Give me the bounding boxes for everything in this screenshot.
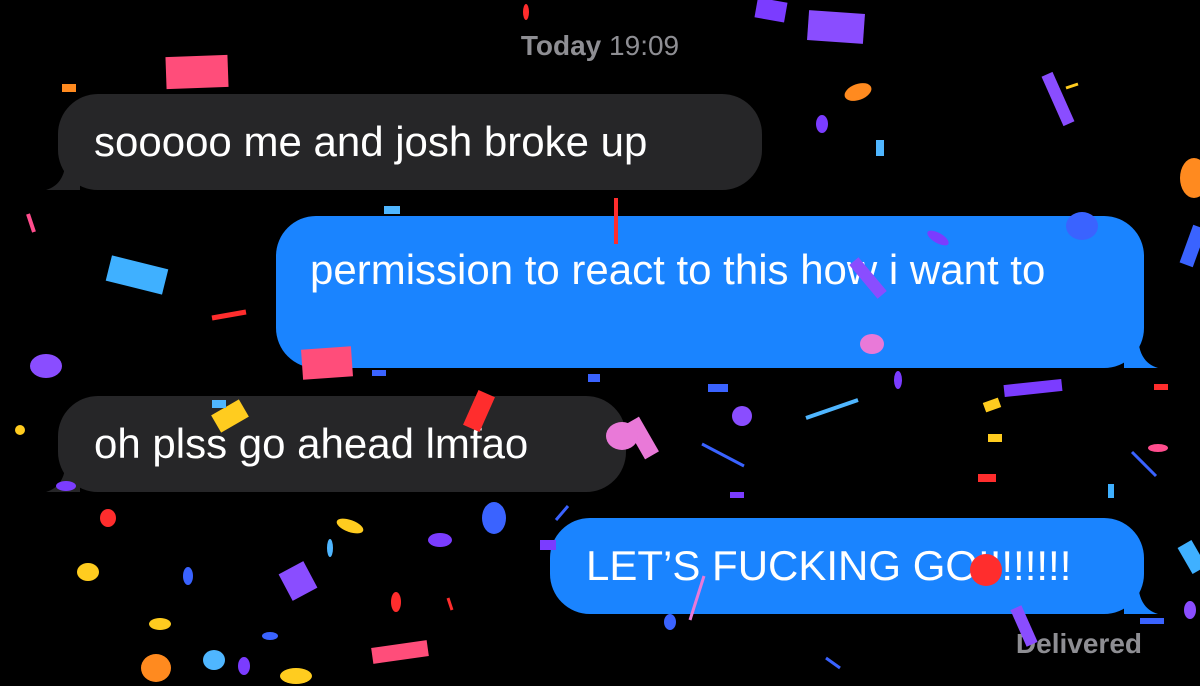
confetti-piece (15, 425, 25, 435)
confetti-piece (62, 84, 76, 92)
bubble-tail-icon (46, 458, 80, 492)
confetti-piece (77, 563, 99, 581)
confetti-piece (105, 255, 169, 295)
confetti-piece (1148, 444, 1168, 452)
confetti-piece (280, 668, 312, 684)
confetti-piece (391, 592, 401, 612)
confetti-piece (625, 416, 659, 460)
confetti-piece (1003, 379, 1063, 397)
confetti-piece (988, 434, 1002, 442)
confetti-piece (1041, 71, 1075, 127)
confetti-piece (844, 83, 872, 101)
confetti-piece (203, 650, 225, 670)
confetti-piece (588, 374, 600, 382)
confetti-piece (523, 4, 529, 20)
confetti-piece (816, 115, 828, 133)
confetti-piece (732, 406, 752, 426)
confetti-piece (482, 502, 506, 534)
sent-message-bubble[interactable]: LET’S FUCKING GO!!!!!!!! (550, 518, 1158, 614)
bubble-tail-icon (1124, 580, 1158, 614)
received-message-bubble[interactable]: sooooo me and josh broke up (46, 94, 762, 190)
confetti-piece (1154, 384, 1168, 390)
confetti-piece (1184, 601, 1196, 619)
confetti-piece (372, 370, 386, 376)
message-text: sooooo me and josh broke up (94, 118, 648, 165)
confetti-piece (1065, 82, 1079, 90)
confetti-piece (446, 597, 454, 611)
confetti-piece (238, 657, 250, 675)
message-text: oh plss go ahead lmfao (94, 420, 529, 467)
confetti-piece (825, 656, 841, 670)
confetti-piece (982, 397, 1002, 413)
confetti-piece (708, 384, 728, 392)
confetti-piece (30, 354, 62, 378)
confetti-piece (805, 398, 859, 420)
message-text: permission to react to this how i want t… (310, 246, 1046, 293)
confetti-piece (371, 640, 429, 664)
confetti-piece (1130, 450, 1158, 478)
sent-message-bubble[interactable]: permission to react to this how i want t… (276, 216, 1158, 368)
confetti-piece (1108, 484, 1114, 498)
message-text: LET’S FUCKING GO!!!!!!!! (586, 542, 1072, 589)
confetti-piece (978, 474, 996, 482)
confetti-piece (26, 213, 36, 233)
confetti-piece (149, 618, 171, 630)
confetti-piece (262, 632, 278, 640)
confetti-piece (1140, 618, 1164, 624)
confetti-piece (730, 492, 744, 498)
delivery-status: Delivered (1015, 628, 1142, 659)
confetti-piece (141, 654, 171, 682)
timestamp: Today 19:09 (0, 30, 1200, 62)
timestamp-time: 19:09 (609, 30, 680, 61)
confetti-piece (211, 309, 247, 321)
timestamp-day: Today (520, 30, 602, 61)
confetti-piece (876, 140, 884, 156)
confetti-piece (183, 567, 193, 585)
bubble-tail-icon (46, 156, 80, 190)
confetti-piece (1180, 158, 1200, 198)
confetti-piece (1177, 540, 1200, 574)
confetti-piece (100, 509, 116, 527)
confetti-piece (554, 505, 570, 521)
confetti-piece (754, 0, 788, 23)
confetti-piece (1179, 224, 1200, 268)
confetti-piece (278, 561, 318, 601)
confetti-piece (384, 206, 400, 214)
confetti-piece (428, 533, 452, 547)
bubble-tail-icon (1124, 334, 1158, 368)
confetti-piece (894, 371, 902, 389)
received-message-bubble[interactable]: oh plss go ahead lmfao (46, 396, 626, 492)
confetti-piece (701, 442, 745, 468)
confetti-piece (336, 518, 364, 534)
confetti-piece (327, 539, 333, 557)
confetti-piece (664, 614, 676, 630)
